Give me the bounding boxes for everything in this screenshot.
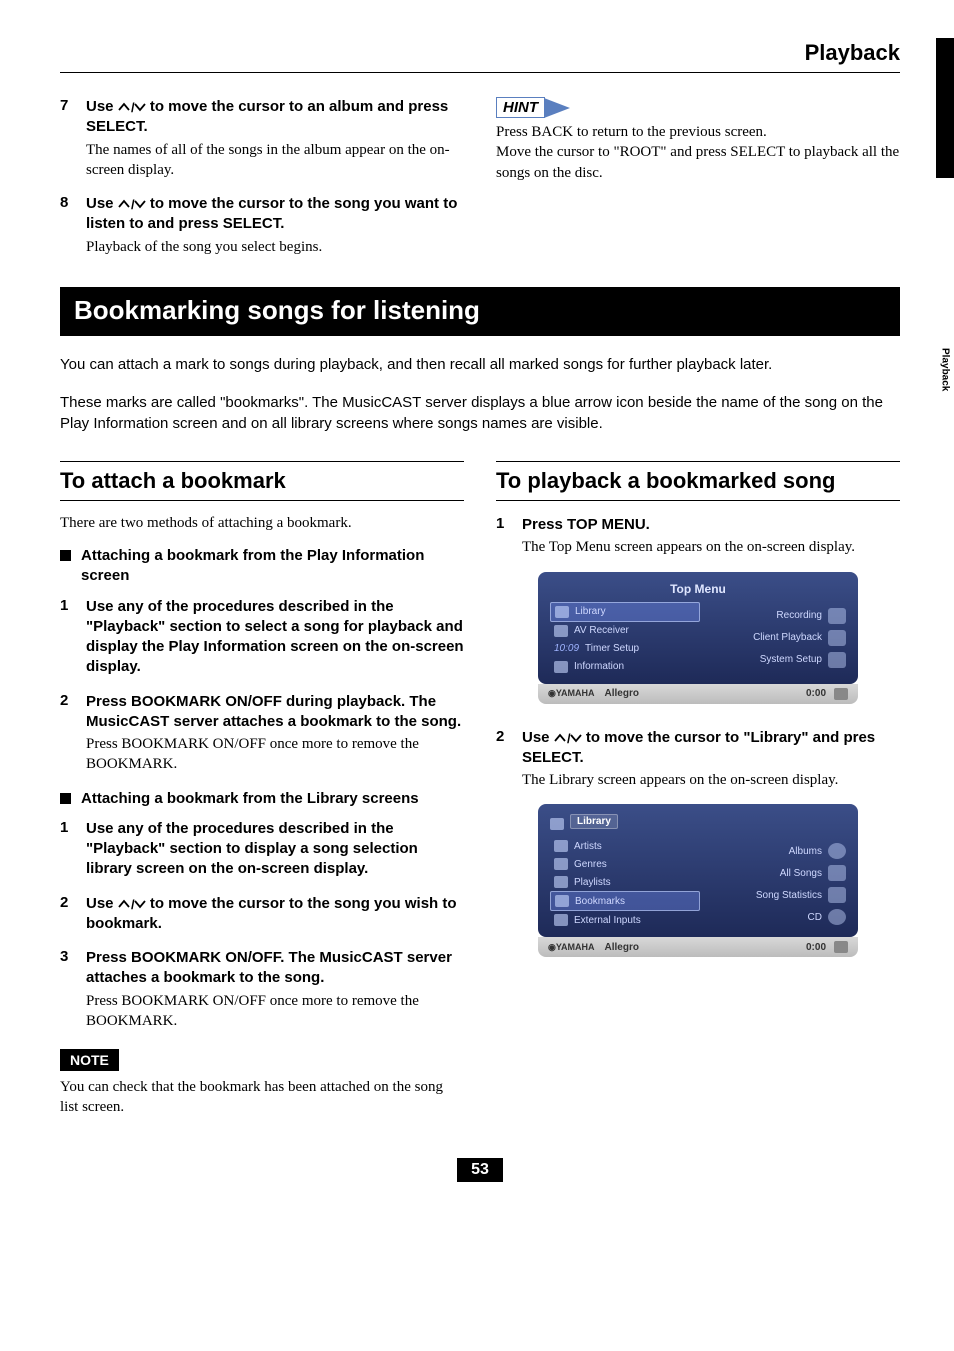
svg-text:/: / — [131, 898, 135, 910]
up-down-arrows-icon: / — [118, 195, 146, 212]
ui-menu-timer-setup[interactable]: 10:09Timer Setup — [550, 640, 700, 658]
artist-icon — [554, 840, 568, 852]
note-text: You can check that the bookmark has been… — [60, 1077, 464, 1118]
attach-lead: There are two methods of attaching a boo… — [60, 515, 464, 532]
ui-status-bar: ◉YAMAHA Allegro 0:00 — [538, 684, 858, 704]
ui-menu-recording[interactable]: Recording — [776, 608, 846, 624]
hint-line-2: Move the cursor to "ROOT" and press SELE… — [496, 142, 900, 183]
step-8: 8 Use / to move the cursor to the song y… — [60, 194, 464, 257]
bullet-play-info: Attaching a bookmark from the Play Infor… — [60, 546, 464, 587]
playback-status-icon — [834, 688, 848, 700]
hint-flag-icon — [544, 98, 570, 118]
ui-menu-client-playback[interactable]: Client Playback — [753, 630, 846, 646]
section-intro-2: These marks are called "bookmarks". The … — [60, 392, 900, 436]
ui-status-bar: ◉YAMAHA Allegro 0:00 — [538, 937, 858, 957]
attach-lib-step-1: 1 Use any of the procedures described in… — [60, 819, 464, 880]
subhead-playback: To playback a bookmarked song — [496, 461, 900, 501]
square-bullet-icon — [60, 793, 71, 804]
side-black-tab — [936, 38, 954, 178]
note-badge: NOTE — [60, 1049, 119, 1071]
attach-play-step-2: 2 Press BOOKMARK ON/OFF during playback.… — [60, 692, 464, 775]
attach-play-step-1: 1 Use any of the procedures described in… — [60, 597, 464, 678]
ui-top-menu-screen: Top Menu Library AV Receiver 10:09Timer … — [538, 572, 858, 704]
ui-menu-external-inputs[interactable]: External Inputs — [550, 911, 700, 929]
album-icon — [828, 843, 846, 859]
side-section-label: Playback — [936, 340, 954, 400]
up-down-arrows-icon: / — [118, 98, 146, 115]
ui-menu-all-songs[interactable]: All Songs — [780, 865, 846, 881]
ui-menu-cd[interactable]: CD — [808, 909, 846, 925]
ui-menu-artists[interactable]: Artists — [550, 837, 700, 855]
ui-menu-information[interactable]: Information — [550, 658, 700, 676]
external-input-icon — [554, 914, 568, 926]
playback-step-1: 1 Press TOP MENU. The Top Menu screen ap… — [496, 515, 900, 558]
cd-icon — [828, 909, 846, 925]
client-playback-icon — [828, 630, 846, 646]
playback-step-2: 2 Use / to move the cursor to "Library" … — [496, 728, 900, 791]
attach-lib-step-2: 2 Use / to move the cursor to the song y… — [60, 894, 464, 935]
ui-menu-albums[interactable]: Albums — [789, 843, 846, 859]
bullet-library: Attaching a bookmark from the Library sc… — [60, 789, 464, 809]
playlist-icon — [554, 876, 568, 888]
music-note-icon — [550, 818, 564, 830]
section-heading: Bookmarking songs for listening — [60, 287, 900, 336]
square-bullet-icon — [60, 550, 71, 561]
hint-line-1: Press BACK to return to the previous scr… — [496, 122, 900, 142]
genre-icon — [554, 858, 568, 870]
clock-icon: 10:09 — [554, 643, 579, 655]
subhead-attach: To attach a bookmark — [60, 461, 464, 501]
up-down-arrows-icon: / — [554, 729, 582, 746]
ui-menu-library[interactable]: Library — [550, 602, 700, 622]
ui-menu-genres[interactable]: Genres — [550, 855, 700, 873]
page-breadcrumb: Playback — [60, 40, 900, 66]
svg-text:/: / — [131, 198, 135, 210]
bookmark-icon — [555, 895, 569, 907]
music-note-icon — [555, 606, 569, 618]
svg-text:/: / — [131, 101, 135, 113]
songs-icon — [828, 865, 846, 881]
ui-library-screen: Library Artists Genres Playlists Bookmar… — [538, 804, 858, 957]
receiver-icon — [554, 625, 568, 637]
info-icon — [554, 661, 568, 673]
hint-badge: HINT — [496, 97, 570, 118]
ui-menu-av-receiver[interactable]: AV Receiver — [550, 622, 700, 640]
attach-lib-step-3: 3 Press BOOKMARK ON/OFF. The MusicCAST s… — [60, 948, 464, 1031]
step-7: 7 Use / to move the cursor to an album a… — [60, 97, 464, 180]
ui-menu-playlists[interactable]: Playlists — [550, 873, 700, 891]
recording-icon — [828, 608, 846, 624]
header-rule — [60, 72, 900, 73]
ui-menu-bookmarks[interactable]: Bookmarks — [550, 891, 700, 911]
ui-menu-system-setup[interactable]: System Setup — [760, 652, 846, 668]
svg-text:/: / — [567, 732, 571, 744]
statistics-icon — [828, 887, 846, 903]
up-down-arrows-icon: / — [118, 895, 146, 912]
system-setup-icon — [828, 652, 846, 668]
playback-status-icon — [834, 941, 848, 953]
page-number: 53 — [457, 1158, 503, 1182]
section-intro-1: You can attach a mark to songs during pl… — [60, 354, 900, 376]
ui-menu-song-statistics[interactable]: Song Statistics — [756, 887, 846, 903]
